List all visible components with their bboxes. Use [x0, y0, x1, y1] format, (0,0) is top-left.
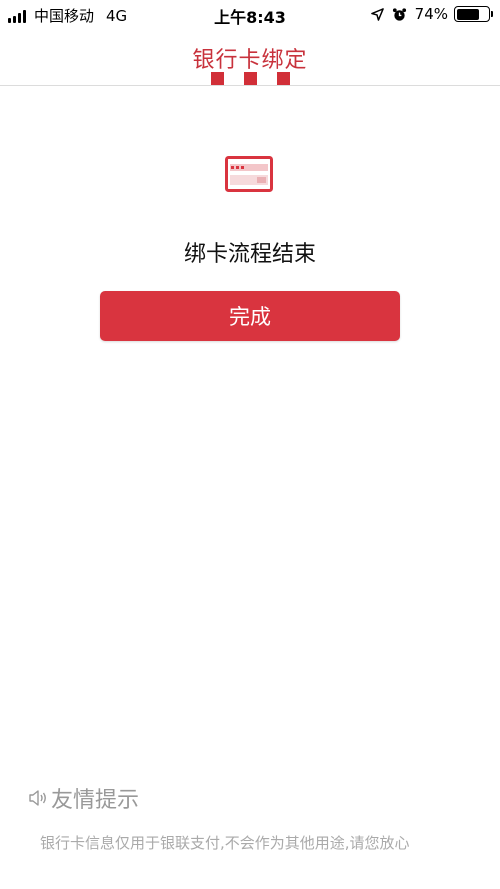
location-arrow-icon — [370, 7, 384, 21]
battery-level — [456, 8, 480, 20]
step-dot — [276, 72, 290, 85]
tips-text: 银行卡信息仅用于银联支付,不会作为其他用途,请您放心 — [40, 834, 410, 852]
step-dot — [210, 72, 224, 85]
bank-card-icon — [225, 156, 273, 192]
speaker-icon — [29, 790, 46, 806]
alarm-icon — [392, 7, 406, 21]
page-title: 银行卡绑定 — [192, 48, 308, 73]
battery-icon — [454, 6, 493, 22]
step-indicator — [0, 72, 500, 85]
status-bar: 中国移动 4G 上午8:43 74% — [0, 0, 500, 28]
page-header: 银行卡绑定 — [0, 28, 500, 86]
result-message: 绑卡流程结束 — [183, 242, 316, 267]
tips-header: 友情提示 — [27, 782, 139, 814]
status-right: 74% — [370, 5, 493, 23]
step-dot — [243, 72, 257, 85]
tips-title: 友情提示 — [51, 788, 140, 813]
battery-percent: 74% — [414, 5, 448, 23]
done-button[interactable]: 完成 — [100, 291, 400, 341]
